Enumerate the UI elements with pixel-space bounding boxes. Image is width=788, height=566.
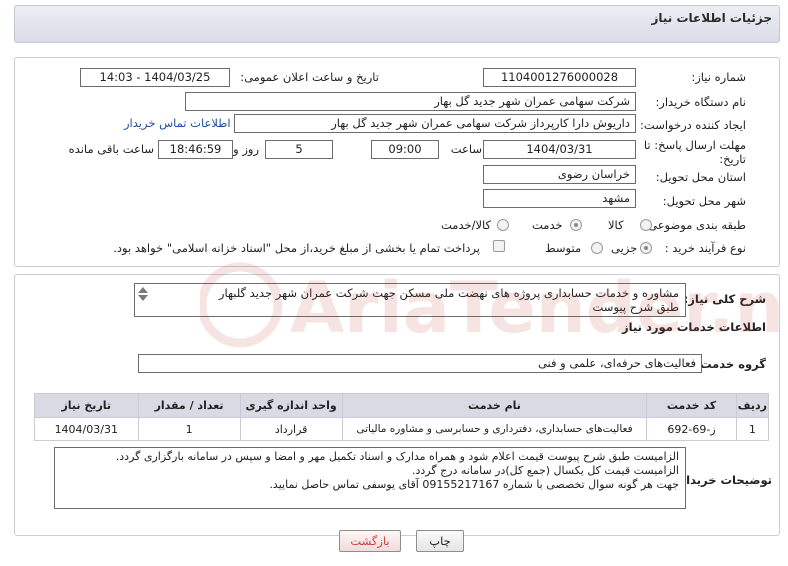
col-unit: واحد اندازه گیری: [239, 393, 343, 418]
table-row: 1 ز-69-692 فعالیت‌های حسابداری، دفترداری…: [34, 417, 770, 441]
page-title: جزئیات اطلاعات نیاز: [651, 11, 772, 25]
province-label: استان محل تحویل:: [655, 170, 746, 184]
services-section-title: اطلاعات خدمات مورد نیاز: [622, 320, 766, 334]
treasury-payment-checkbox[interactable]: [493, 240, 505, 252]
col-quantity: تعداد / مقدار: [137, 393, 241, 418]
treasury-payment-note: پرداخت تمام یا بخشی از مبلغ خرید،از محل …: [113, 241, 480, 255]
col-service-code: کد خدمت: [646, 393, 737, 418]
creator-label: ایجاد کننده درخواست:: [640, 118, 746, 132]
process-option-small-radio[interactable]: [640, 242, 652, 254]
col-row-number: ردیف: [735, 393, 770, 418]
buyer-org-field: شرکت سهامی عمران شهر جدید گل بهار: [185, 92, 636, 111]
buyer-notes-textarea[interactable]: الزامیست طبق شرح پیوست قیمت اعلام شود و …: [54, 447, 686, 509]
category-option-both-label: کالا/خدمت: [441, 218, 492, 232]
category-option-both-radio[interactable]: [497, 219, 509, 231]
cell-need-date: 1404/03/31: [34, 417, 139, 441]
buyer-notes-line-1: الزامیست طبق شرح پیوست قیمت اعلام شود و …: [115, 450, 679, 463]
deadline-label: مهلت ارسال پاسخ: تا: [643, 138, 746, 152]
buyer-contact-link[interactable]: اطلاعات تماس خریدار: [124, 116, 231, 130]
cell-row-number: 1: [735, 417, 770, 441]
service-group-label: گروه خدمت:: [695, 357, 766, 371]
service-group-field: فعالیت‌های حرفه‌ای، علمی و فنی: [138, 354, 702, 373]
summary-textarea[interactable]: مشاوره و خدمات حسابداری پروژه های نهضت م…: [134, 283, 686, 317]
deadline-time-label: ساعت: [450, 142, 482, 156]
cell-quantity: 1: [137, 417, 241, 441]
deadline-date-field: 1404/03/31: [483, 140, 636, 159]
remaining-time-field: 18:46:59: [158, 140, 233, 159]
remaining-days-field: 5: [265, 140, 333, 159]
need-number-label: شماره نیاز:: [691, 70, 746, 84]
deadline-label-date: تاریخ:: [719, 152, 746, 166]
cell-service-code: ز-69-692: [646, 417, 737, 441]
announce-datetime-label: تاریخ و ساعت اعلان عمومی:: [240, 70, 379, 84]
buyer-notes-line-3: جهت هر گونه سوال تخصصی با شماره 09155217…: [269, 478, 679, 491]
category-option-service-radio[interactable]: [570, 219, 582, 231]
summary-label: شرح کلی نیاز:: [683, 292, 766, 306]
deadline-time-field: 09:00: [371, 140, 439, 159]
services-table: ردیف کد خدمت نام خدمت واحد اندازه گیری ت…: [34, 393, 770, 441]
category-option-service-label: خدمت: [532, 218, 563, 232]
cell-unit: قرارداد: [239, 417, 343, 441]
summary-scroll-arrows[interactable]: [137, 285, 149, 313]
city-field: مشهد: [483, 189, 636, 208]
remaining-days-label: روز و: [233, 142, 259, 156]
province-field: خراسان رضوی: [483, 165, 636, 184]
col-service-name: نام خدمت: [341, 393, 648, 418]
buyer-notes-label: توضیحات خریدار:: [674, 473, 772, 487]
cell-service-name: فعالیت‌های حسابداری، دفترداری و حسابرسی …: [341, 417, 648, 441]
city-label: شهر محل تحویل:: [662, 194, 746, 208]
back-button[interactable]: بازگشت: [339, 530, 401, 552]
remaining-time-label: ساعت باقی مانده: [68, 142, 154, 156]
category-option-goods-label: کالا: [608, 218, 624, 232]
col-need-date: تاریخ نیاز: [34, 393, 139, 418]
buyer-org-label: نام دستگاه خریدار:: [655, 95, 746, 109]
need-number-field: 1104001276000028: [483, 68, 636, 87]
process-option-medium-radio[interactable]: [591, 242, 603, 254]
summary-line-2: طبق شرح پیوست: [592, 300, 679, 314]
category-label: طبقه بندی موضوعی:: [644, 218, 746, 232]
print-button[interactable]: چاپ: [416, 530, 464, 552]
category-option-goods-radio[interactable]: [640, 219, 652, 231]
creator-field: داریوش دارا کارپرداز شرکت سهامی عمران شه…: [234, 114, 636, 133]
announce-datetime-field: 1404/03/25 - 14:03: [80, 68, 230, 87]
process-option-medium-label: متوسط: [545, 241, 582, 255]
process-label: نوع فرآیند خرید :: [664, 241, 746, 255]
summary-line-1: مشاوره و خدمات حسابداری پروژه های نهضت م…: [218, 286, 679, 300]
process-option-small-label: جزیی: [611, 241, 638, 255]
buyer-notes-line-2: الزامیست قیمت کل یکسال (جمع کل)در سامانه…: [412, 464, 679, 477]
services-table-header: ردیف کد خدمت نام خدمت واحد اندازه گیری ت…: [34, 393, 770, 418]
need-details-section: [14, 57, 780, 267]
